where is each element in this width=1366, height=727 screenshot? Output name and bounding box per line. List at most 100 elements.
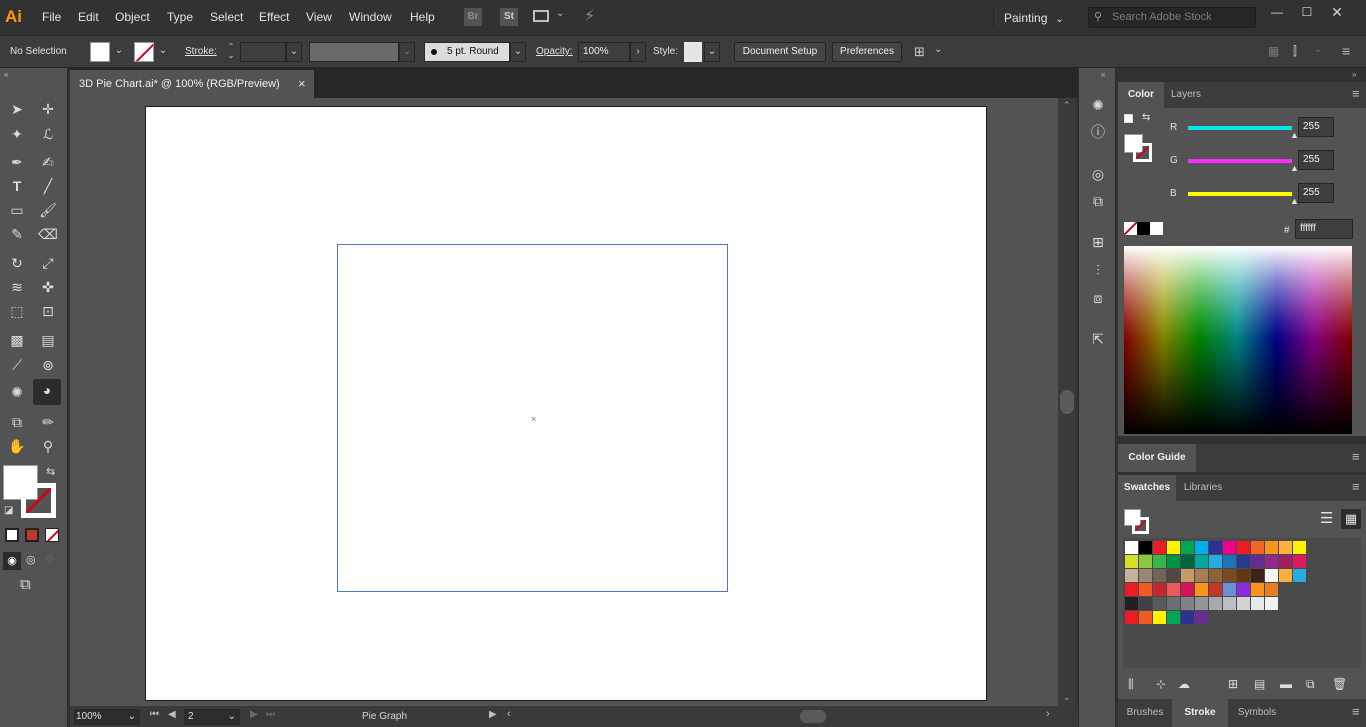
style-swatch[interactable] bbox=[684, 42, 702, 62]
vertical-scrollbar[interactable]: ⌃ ⌄ bbox=[1058, 98, 1076, 706]
chevron-down-icon[interactable]: ⌄ bbox=[1314, 44, 1322, 55]
swatch[interactable] bbox=[1251, 597, 1264, 610]
tab-stroke[interactable]: Stroke bbox=[1172, 699, 1228, 727]
menu-object[interactable]: Object bbox=[115, 10, 150, 24]
draw-normal-icon[interactable]: ◉ bbox=[3, 552, 21, 570]
opacity-field[interactable]: 100% bbox=[578, 42, 630, 62]
preferences-button[interactable]: Preferences bbox=[832, 42, 902, 62]
rectangle-tool-icon[interactable]: ▭ bbox=[6, 199, 28, 221]
swatch-libraries-icon[interactable]: ⫼ bbox=[1128, 677, 1134, 692]
graphic-styles-icon[interactable]: ◎ bbox=[1088, 164, 1108, 184]
swatch[interactable] bbox=[1209, 597, 1222, 610]
transform-icon[interactable]: ⊞ bbox=[914, 44, 925, 60]
swatch[interactable] bbox=[1251, 569, 1264, 582]
swatch[interactable] bbox=[1237, 555, 1250, 568]
workspace-switcher[interactable]: Painting ⌄ bbox=[993, 8, 1073, 28]
swatch[interactable] bbox=[1195, 569, 1208, 582]
swatch[interactable] bbox=[1153, 569, 1166, 582]
expand-panels-icon[interactable]: « bbox=[1101, 70, 1105, 79]
grid-view-icon[interactable]: ▦ bbox=[1341, 509, 1361, 529]
swatch[interactable] bbox=[1139, 597, 1152, 610]
maximize-button[interactable]: ☐ bbox=[1294, 4, 1320, 20]
stroke-dropdown[interactable]: ⌄ bbox=[156, 42, 170, 62]
stroke-weight-field[interactable] bbox=[240, 42, 286, 62]
profile-dropdown[interactable]: ⌄ bbox=[399, 42, 415, 62]
swatch[interactable] bbox=[1265, 583, 1278, 596]
swatch[interactable] bbox=[1237, 569, 1250, 582]
fill-dropdown[interactable]: ⌄ bbox=[112, 42, 126, 62]
swatch[interactable] bbox=[1125, 611, 1138, 624]
stroke-weight-stepper[interactable]: ⌃ ⌄ bbox=[224, 42, 238, 62]
mesh-tool-icon[interactable]: ▩ bbox=[6, 329, 28, 351]
swatch[interactable] bbox=[1139, 541, 1152, 554]
align-icon[interactable]: ▦ bbox=[1268, 44, 1279, 58]
swatch[interactable] bbox=[1265, 597, 1278, 610]
scrollbar-thumb[interactable] bbox=[1060, 390, 1074, 414]
document-setup-button[interactable]: Document Setup bbox=[734, 42, 826, 62]
swatch[interactable] bbox=[1223, 583, 1236, 596]
color-mode-icon[interactable] bbox=[5, 528, 19, 542]
swatch[interactable] bbox=[1153, 597, 1166, 610]
swatch[interactable] bbox=[1139, 611, 1152, 624]
swatch[interactable] bbox=[1139, 555, 1152, 568]
stroke-label[interactable]: Stroke: bbox=[185, 46, 217, 57]
horizontal-scrollbar-thumb[interactable] bbox=[800, 710, 826, 723]
zoom-tool-icon[interactable]: ⚲ bbox=[37, 435, 59, 457]
swatch[interactable] bbox=[1279, 555, 1292, 568]
r-slider[interactable] bbox=[1188, 126, 1292, 130]
swatch[interactable] bbox=[1223, 555, 1236, 568]
opacity-arrow[interactable]: › bbox=[630, 42, 646, 62]
artboard[interactable]: × bbox=[145, 106, 987, 701]
last-artboard-icon[interactable]: ⏭ bbox=[266, 709, 275, 720]
puppet-warp-icon[interactable]: ✜ bbox=[37, 276, 59, 298]
swatch[interactable] bbox=[1153, 583, 1166, 596]
first-artboard-icon[interactable]: ⏮ bbox=[150, 709, 159, 720]
swatch[interactable] bbox=[1251, 555, 1264, 568]
swatch[interactable] bbox=[1209, 569, 1222, 582]
swatch[interactable] bbox=[1125, 541, 1138, 554]
swatch[interactable] bbox=[1251, 583, 1264, 596]
swatch[interactable] bbox=[1181, 555, 1194, 568]
swatch[interactable] bbox=[1125, 555, 1138, 568]
scroll-right-icon[interactable]: › bbox=[1046, 708, 1050, 720]
swatch[interactable] bbox=[1195, 583, 1208, 596]
tab-brushes[interactable]: Brushes bbox=[1118, 699, 1172, 727]
new-color-group-icon[interactable]: ▤ bbox=[1254, 677, 1265, 691]
swatch[interactable] bbox=[1167, 597, 1180, 610]
info-icon[interactable]: ⓘ bbox=[1088, 122, 1108, 142]
selection-tool-icon[interactable]: ➤ bbox=[6, 98, 28, 120]
shaper-tool-icon[interactable]: ✎ bbox=[6, 223, 28, 245]
eyedropper-icon[interactable]: ⟋ bbox=[6, 354, 28, 376]
bridge-button[interactable]: Br bbox=[464, 8, 482, 26]
pie-graph-tool-icon[interactable]: ◕ bbox=[33, 379, 61, 405]
opacity-label[interactable]: Opacity: bbox=[536, 46, 573, 57]
swatch[interactable] bbox=[1181, 583, 1194, 596]
gpu-performance-icon[interactable]: ⚡ bbox=[584, 6, 595, 26]
document-tab[interactable]: 3D Pie Chart.ai* @ 100% (RGB/Preview) × bbox=[70, 70, 314, 98]
screen-mode-icon[interactable]: ⧉ bbox=[20, 576, 31, 593]
swatch[interactable] bbox=[1181, 611, 1194, 624]
lasso-icon[interactable]: ℒ bbox=[37, 123, 59, 145]
swatch-options-icon[interactable]: ⊞ bbox=[1228, 677, 1238, 691]
new-swatch-icon[interactable]: ⧉ bbox=[1306, 677, 1315, 692]
arrange-documents-icon[interactable] bbox=[533, 10, 549, 22]
swatch[interactable] bbox=[1265, 569, 1278, 582]
tab-layers[interactable]: Layers bbox=[1164, 82, 1208, 108]
curvature-tool-icon[interactable]: ✍ bbox=[37, 151, 59, 173]
swatch[interactable] bbox=[1125, 583, 1138, 596]
default-colors-icon[interactable] bbox=[1124, 114, 1133, 123]
white-color-button[interactable] bbox=[1150, 222, 1163, 235]
magic-wand-icon[interactable]: ✦ bbox=[6, 123, 28, 145]
swatch[interactable] bbox=[1195, 597, 1208, 610]
swatch[interactable] bbox=[1293, 541, 1306, 554]
chevron-down-icon[interactable]: ⌄ bbox=[934, 44, 942, 55]
swatch[interactable] bbox=[1209, 541, 1222, 554]
direct-selection-tool-icon[interactable]: ✛ bbox=[37, 98, 59, 120]
swatch[interactable] bbox=[1279, 569, 1292, 582]
swatch[interactable] bbox=[1167, 583, 1180, 596]
paintbrush-tool-icon[interactable]: 🖌 bbox=[37, 199, 59, 221]
stroke-color-box[interactable] bbox=[1133, 143, 1152, 162]
brush-dropdown[interactable]: ⌄ bbox=[510, 42, 526, 62]
swatch[interactable] bbox=[1195, 541, 1208, 554]
rotate-tool-icon[interactable]: ↻ bbox=[6, 252, 28, 274]
